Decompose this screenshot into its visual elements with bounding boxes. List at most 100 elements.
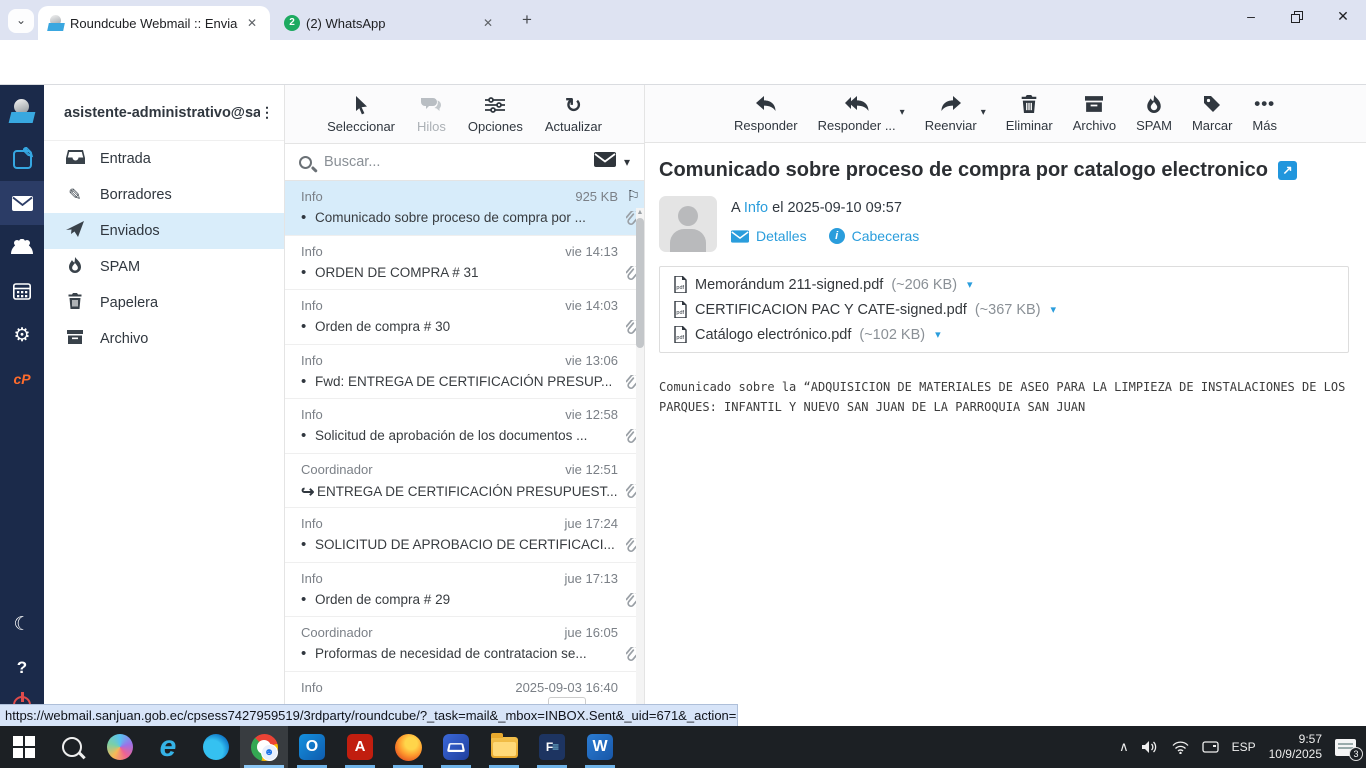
cpanel-button[interactable]: cP — [0, 357, 44, 401]
chrome-profile-badge: ☻ — [261, 744, 278, 761]
copilot-button[interactable] — [96, 726, 144, 768]
chrome-button[interactable]: ☻ — [240, 726, 288, 768]
folder-label: Borradores — [100, 187, 172, 203]
forward-button[interactable]: Reenviar — [925, 93, 977, 133]
edge-icon — [203, 734, 229, 760]
scanner-app-button[interactable] — [432, 726, 480, 768]
window-controls: – ✕ — [1228, 0, 1366, 34]
message-row[interactable]: Infovie 13:06 •Fwd: ENTREGA DE CERTIFICA… — [285, 345, 644, 400]
forward-chevron-icon[interactable]: ▾ — [981, 107, 986, 118]
calendar-nav-button[interactable] — [0, 269, 44, 313]
headers-button[interactable]: i Cabeceras — [829, 228, 920, 244]
close-button[interactable]: ✕ — [1320, 0, 1366, 34]
folder-item-entrada[interactable]: Entrada — [44, 141, 284, 177]
pdf-file-icon: pdf — [674, 276, 687, 293]
tab-search-button[interactable]: ⌄ — [8, 9, 34, 33]
compose-button[interactable] — [0, 137, 44, 181]
attachment-menu-icon[interactable]: ▾ — [1051, 303, 1057, 316]
threads-button[interactable]: Hilos — [417, 94, 446, 134]
account-menu-icon[interactable]: ⋮ — [260, 104, 274, 121]
volume-icon[interactable] — [1142, 740, 1159, 754]
message-row[interactable]: Infovie 14:03 •Orden de compra # 30 — [285, 290, 644, 345]
start-button[interactable] — [0, 726, 48, 768]
outlook-button[interactable]: O — [288, 726, 336, 768]
attachment-menu-icon[interactable]: ▾ — [967, 278, 973, 291]
tab-close-icon[interactable]: ✕ — [244, 16, 260, 30]
spam-button[interactable]: SPAM — [1136, 93, 1172, 133]
contacts-nav-button[interactable] — [0, 225, 44, 269]
new-tab-button[interactable]: + — [516, 10, 538, 32]
acrobat-button[interactable]: A — [336, 726, 384, 768]
touch-keyboard-icon[interactable] — [1202, 740, 1219, 754]
delete-button[interactable]: Eliminar — [1006, 93, 1053, 133]
options-button[interactable]: Opciones — [468, 94, 523, 134]
folder-item-borradores[interactable]: ✎ Borradores — [44, 177, 284, 213]
search-scope-envelope-icon[interactable] — [594, 152, 616, 172]
fs-app-button[interactable]: F≡ — [528, 726, 576, 768]
attachment-item[interactable]: pdf CERTIFICACION PAC Y CATE-signed.pdf … — [674, 301, 1056, 318]
help-button[interactable]: ? — [0, 646, 44, 690]
search-options-chevron-icon[interactable]: ▾ — [624, 155, 630, 169]
refresh-button[interactable]: ↻ Actualizar — [545, 94, 602, 134]
message-row[interactable]: Infovie 14:13 •ORDEN DE COMPRA # 31 — [285, 236, 644, 291]
firefox-button[interactable] — [384, 726, 432, 768]
archive-icon — [64, 330, 86, 348]
folder-item-papelera[interactable]: Papelera — [44, 285, 284, 321]
search-input[interactable] — [324, 154, 590, 170]
scrollbar-thumb[interactable] — [636, 218, 644, 348]
message-date: jue 17:24 — [565, 516, 619, 531]
mail-nav-button[interactable] — [0, 181, 44, 225]
notification-badge: 3 — [1349, 747, 1363, 761]
attachment-item[interactable]: pdf Catálogo electrónico.pdf (~102 KB) ▾ — [674, 326, 941, 343]
tab-whatsapp[interactable]: 2 (2) WhatsApp ✕ — [274, 6, 506, 40]
settings-nav-button[interactable]: ⚙ — [0, 313, 44, 357]
message-date: vie 12:51 — [565, 462, 618, 477]
language-indicator[interactable]: ESP — [1232, 740, 1256, 754]
folder-item-enviados[interactable]: Enviados — [44, 213, 284, 249]
tab-roundcube[interactable]: Roundcube Webmail :: Enviados ✕ — [38, 6, 270, 40]
flag-icon[interactable]: ⚐ — [627, 187, 640, 205]
pencil-icon: ✎ — [64, 185, 86, 205]
message-row[interactable]: Infojue 17:13 •Orden de compra # 29 — [285, 563, 644, 618]
taskbar-search-button[interactable] — [48, 726, 96, 768]
external-link-icon[interactable]: ↗ — [1278, 161, 1297, 180]
clock[interactable]: 9:57 10/9/2025 — [1269, 732, 1322, 762]
reply-all-button[interactable]: Responder ... — [818, 93, 896, 133]
message-row[interactable]: Infojue 17:24 •SOLICITUD DE APROBACIO DE… — [285, 508, 644, 563]
folder-item-spam[interactable]: SPAM — [44, 249, 284, 285]
tray-chevron-up-icon[interactable]: ∧ — [1119, 739, 1129, 755]
message-list-panel: Seleccionar Hilos Opciones ↻ Actualizar … — [285, 85, 645, 726]
notifications-button[interactable]: 3 — [1335, 739, 1356, 756]
wifi-icon[interactable] — [1172, 741, 1189, 754]
message-row[interactable]: Infovie 12:58 •Solicitud de aprobación d… — [285, 399, 644, 454]
roundcube-logo[interactable] — [0, 85, 44, 137]
restore-button[interactable] — [1274, 0, 1320, 34]
archive-button[interactable]: Archivo — [1073, 93, 1116, 133]
account-header[interactable]: asistente-administrativo@sa... ⋮ — [44, 85, 284, 141]
minimize-button[interactable]: – — [1228, 0, 1274, 34]
internet-explorer-button[interactable]: e — [144, 726, 192, 768]
message-row[interactable]: Coordinadorjue 16:05 •Proformas de neces… — [285, 617, 644, 672]
dark-mode-button[interactable]: ☾ — [0, 602, 44, 646]
whatsapp-favicon: 2 — [284, 15, 300, 31]
reply-all-chevron-icon[interactable]: ▾ — [900, 107, 905, 118]
contacts-icon — [10, 239, 34, 255]
details-button[interactable]: Detalles — [731, 228, 807, 244]
folder-item-archivo[interactable]: Archivo — [44, 321, 284, 357]
word-button[interactable]: W — [576, 726, 624, 768]
svg-text:pdf: pdf — [676, 335, 684, 341]
select-button[interactable]: Seleccionar — [327, 94, 395, 134]
tab-close-icon[interactable]: ✕ — [480, 16, 496, 30]
message-row[interactable]: Info925 KB •Comunicado sobre proceso de … — [285, 181, 644, 236]
reply-button[interactable]: Responder — [734, 93, 798, 133]
edge-button[interactable] — [192, 726, 240, 768]
attachment-menu-icon[interactable]: ▾ — [935, 328, 941, 341]
copilot-icon — [107, 734, 133, 760]
more-button[interactable]: ••• Más — [1252, 93, 1277, 133]
mark-button[interactable]: Marcar — [1192, 93, 1232, 133]
recipient-link[interactable]: Info — [744, 200, 768, 216]
attachment-item[interactable]: pdf Memorándum 211-signed.pdf (~206 KB) … — [674, 276, 973, 293]
file-explorer-button[interactable] — [480, 726, 528, 768]
message-row[interactable]: Coordinadorvie 12:51 ↪ENTREGA DE CERTIFI… — [285, 454, 644, 509]
list-scrollbar[interactable]: ▲ ▼ — [636, 208, 644, 726]
